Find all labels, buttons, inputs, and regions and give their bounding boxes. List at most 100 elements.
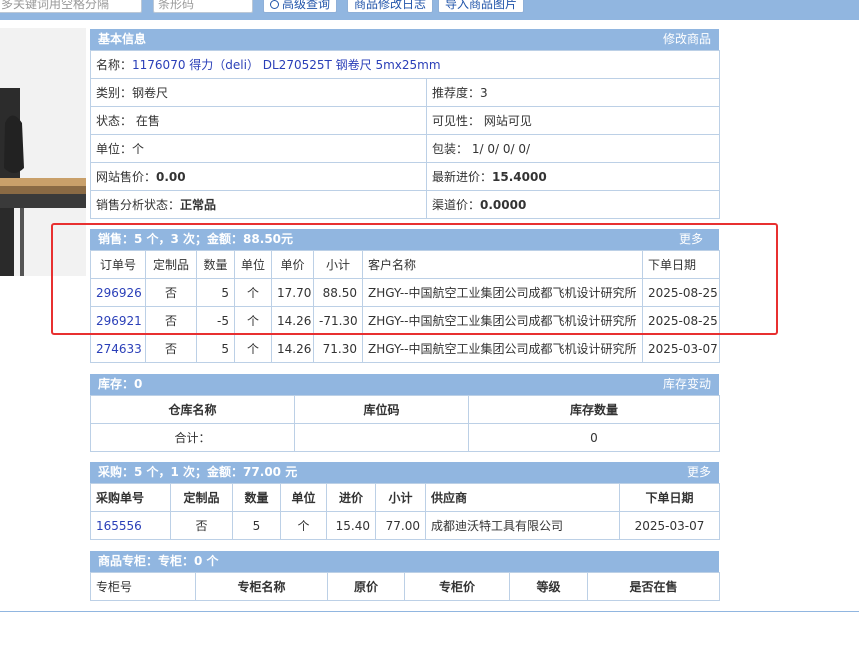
basic-info-table: 名称：1176070 得力（deli） DL270525T 钢卷尺 5mx25m… xyxy=(90,50,720,219)
table-cell: 5 xyxy=(232,511,281,540)
status-value: 在售 xyxy=(135,114,160,128)
purchase-header: 采购：5 个，1 次；金额：77.00 元 更多 xyxy=(90,462,719,483)
pack-value: 1/ 0/ 0/ 0/ xyxy=(471,142,530,156)
table-row: 165556 否 5 个 15.40 77.00 成都迪沃特工具有限公司 202… xyxy=(90,511,720,540)
search-icon xyxy=(270,0,279,9)
purchase-table: 采购单号 定制品 数量 单位 进价 小计 供应商 下单日期 165556 否 5… xyxy=(90,483,720,540)
table-cell: 71.30 xyxy=(313,334,363,363)
pack-cell: 包装： 1/ 0/ 0/ 0/ xyxy=(426,134,720,163)
col-header: 专柜价 xyxy=(404,572,510,601)
col-header: 小计 xyxy=(375,483,426,512)
order-link[interactable]: 296926 xyxy=(96,286,142,300)
table-cell: 2025-03-07 xyxy=(642,334,720,363)
col-header: 库存数量 xyxy=(468,395,720,424)
inventory-summary: 库存：0 xyxy=(98,377,143,391)
table-cell: 否 xyxy=(145,334,197,363)
table-cell: -71.30 xyxy=(313,306,363,335)
web-price-label: 网站售价： xyxy=(96,170,157,184)
channel-price-value: 0.0000 xyxy=(480,198,527,212)
counter-table: 专柜号 专柜名称 原价 专柜价 等级 是否在售 xyxy=(90,572,720,601)
latest-cost-cell: 最新进价：15.4000 xyxy=(426,162,720,191)
col-header: 仓库名称 xyxy=(90,395,295,424)
status-cell: 状态： 在售 xyxy=(90,106,427,135)
table-row: 296921 否 -5 个 14.26 -71.30 ZHGY--中国航空工业集… xyxy=(90,306,720,335)
table-cell: 否 xyxy=(170,511,233,540)
import-images-button[interactable]: 导入商品图片 xyxy=(438,0,525,13)
inventory-header: 库存：0 库存变动 xyxy=(90,374,719,395)
table-row: 296926 否 5 个 17.70 88.50 ZHGY--中国航空工业集团公… xyxy=(90,278,720,307)
recommend-cell: 推荐度：3 xyxy=(426,78,720,107)
col-header: 定制品 xyxy=(170,483,233,512)
inventory-header-row: 仓库名称 库位码 库存数量 xyxy=(90,395,720,424)
inventory-change-link[interactable]: 库存变动 xyxy=(663,374,711,395)
col-header: 客户名称 xyxy=(362,250,643,279)
order-link[interactable]: 274633 xyxy=(96,342,142,356)
sales-status-cell: 销售分析状态：正常品 xyxy=(90,190,427,219)
col-header: 专柜名称 xyxy=(195,572,328,601)
sales-more-link[interactable]: 更多 xyxy=(679,229,703,250)
col-header: 单位 xyxy=(234,250,272,279)
table-cell: 15.40 xyxy=(326,511,376,540)
counter-summary: 商品专柜：专柜：0 个 xyxy=(98,554,219,568)
col-header: 单位 xyxy=(280,483,327,512)
table-cell: 2025-03-07 xyxy=(619,511,720,540)
keyword-input[interactable]: 多关键词用空格分隔 xyxy=(0,0,142,13)
table-cell: ZHGY--中国航空工业集团公司成都飞机设计研究所 xyxy=(362,334,643,363)
category-label: 类别： xyxy=(96,86,133,100)
visibility-label: 可见性： xyxy=(432,114,481,128)
table-cell: 5 xyxy=(196,334,235,363)
web-price-value: 0.00 xyxy=(156,170,186,184)
purchase-summary: 采购：5 个，1 次；金额：77.00 元 xyxy=(98,465,298,479)
table-cell: 17.70 xyxy=(271,278,314,307)
table-cell: 个 xyxy=(280,511,327,540)
col-header: 供应商 xyxy=(425,483,620,512)
col-header: 定制品 xyxy=(145,250,197,279)
col-header: 采购单号 xyxy=(90,483,171,512)
sales-table: 订单号 定制品 数量 单位 单价 小计 客户名称 下单日期 296926 否 5… xyxy=(90,250,720,363)
table-cell: 成都迪沃特工具有限公司 xyxy=(425,511,620,540)
order-link[interactable]: 296921 xyxy=(96,314,142,328)
table-cell: 5 xyxy=(196,278,235,307)
visibility-value: 网站可见 xyxy=(483,114,532,128)
barcode-input[interactable]: 条形码 xyxy=(153,0,253,13)
channel-price-cell: 渠道价：0.0000 xyxy=(426,190,720,219)
visibility-cell: 可见性： 网站可见 xyxy=(426,106,720,135)
sales-status-value: 正常品 xyxy=(180,198,217,212)
category-value: 钢卷尺 xyxy=(132,86,169,100)
sales-panel: 销售：5 个，3 次；金额：88.50元 更多 订单号 定制品 数量 单位 单价… xyxy=(90,229,720,363)
table-cell: 个 xyxy=(234,278,272,307)
inventory-table: 仓库名称 库位码 库存数量 合计： 0 xyxy=(90,395,720,452)
table-cell: 14.26 xyxy=(271,334,314,363)
purchase-more-link[interactable]: 更多 xyxy=(687,462,711,483)
basic-info-title: 基本信息 xyxy=(98,32,147,46)
advanced-search-button[interactable]: 高级查询 xyxy=(263,0,338,13)
purchase-order-link[interactable]: 165556 xyxy=(96,519,142,533)
sales-status-label: 销售分析状态： xyxy=(96,198,181,212)
recommend-value: 3 xyxy=(480,86,488,100)
product-name: 1176070 得力（deli） DL270525T 钢卷尺 5mx25mm xyxy=(132,58,441,72)
unit-value: 个 xyxy=(132,142,145,156)
toolbar: 多关键词用空格分隔 条形码 高级查询 商品修改日志 导入商品图片 xyxy=(0,0,859,20)
category-cell: 类别：钢卷尺 xyxy=(90,78,427,107)
unit-label: 单位： xyxy=(96,142,133,156)
purchase-panel: 采购：5 个，1 次；金额：77.00 元 更多 采购单号 定制品 数量 单位 … xyxy=(90,462,720,540)
col-header: 是否在售 xyxy=(587,572,720,601)
pack-label: 包装： xyxy=(432,142,469,156)
col-header: 等级 xyxy=(509,572,588,601)
inventory-total-row: 合计： 0 xyxy=(90,423,720,452)
status-label: 状态： xyxy=(96,114,133,128)
name-cell: 名称：1176070 得力（deli） DL270525T 钢卷尺 5mx25m… xyxy=(90,50,720,79)
counter-header-row: 专柜号 专柜名称 原价 专柜价 等级 是否在售 xyxy=(90,572,720,601)
latest-cost-value: 15.4000 xyxy=(492,170,547,184)
edit-product-link[interactable]: 修改商品 xyxy=(663,29,711,50)
sales-summary: 销售：5 个，3 次；金额：88.50元 xyxy=(98,232,294,246)
sales-header: 销售：5 个，3 次；金额：88.50元 更多 xyxy=(90,229,719,250)
col-header: 数量 xyxy=(232,483,281,512)
modify-log-button[interactable]: 商品修改日志 xyxy=(347,0,434,13)
table-cell: 否 xyxy=(145,306,197,335)
table-cell: ZHGY--中国航空工业集团公司成都飞机设计研究所 xyxy=(362,306,643,335)
web-price-cell: 网站售价：0.00 xyxy=(90,162,427,191)
col-header: 下单日期 xyxy=(642,250,720,279)
counter-header: 商品专柜：专柜：0 个 xyxy=(90,551,719,572)
table-cell: ZHGY--中国航空工业集团公司成都飞机设计研究所 xyxy=(362,278,643,307)
